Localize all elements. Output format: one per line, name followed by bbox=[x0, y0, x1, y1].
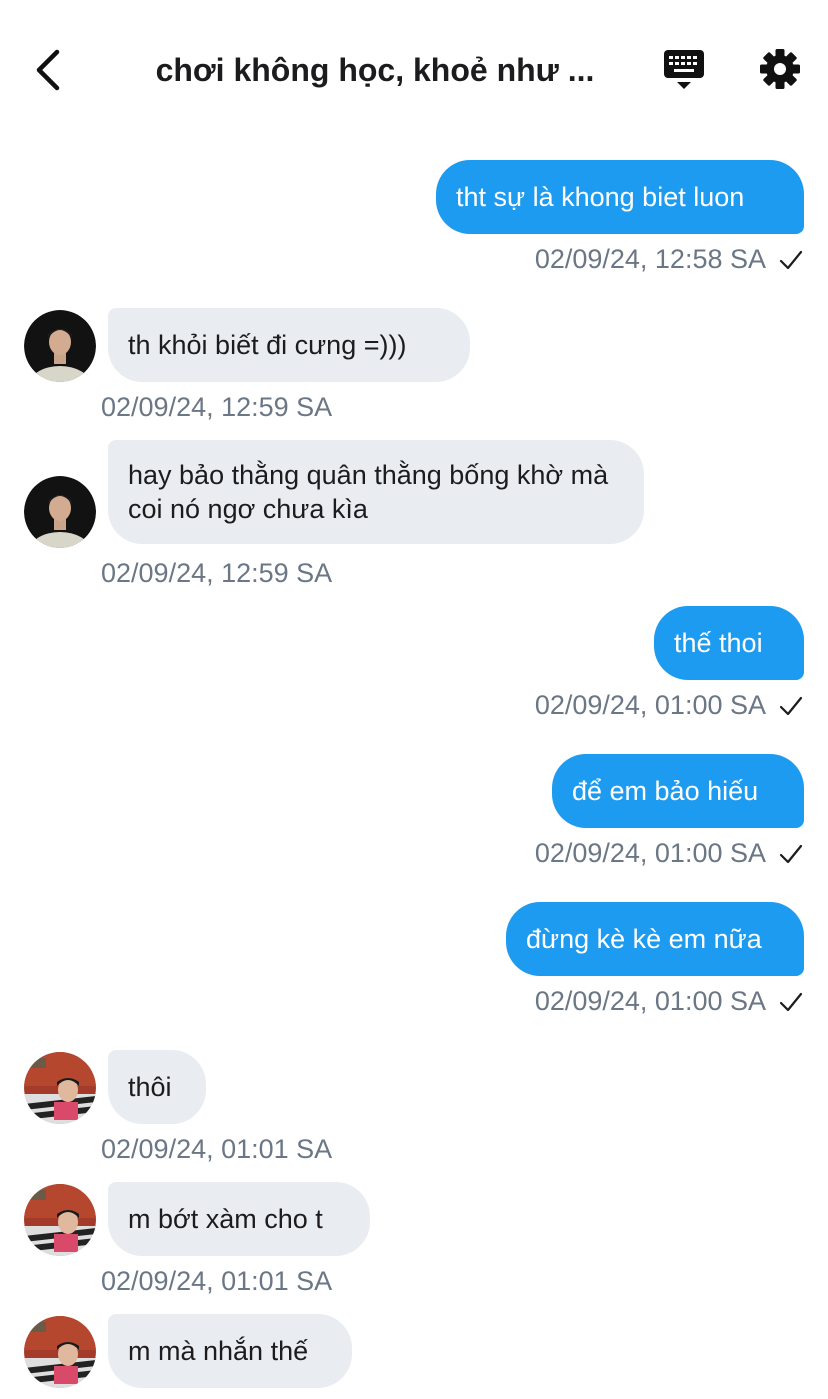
avatar[interactable] bbox=[24, 1316, 96, 1388]
outgoing-message-bubble[interactable]: tht sự là khong biet luon bbox=[436, 160, 804, 234]
back-button[interactable] bbox=[26, 46, 70, 94]
avatar[interactable] bbox=[24, 1184, 96, 1256]
outgoing-message-bubble[interactable]: đừng kè kè em nữa bbox=[506, 902, 804, 976]
incoming-message-bubble[interactable]: hay bảo thằng quân thằng bống khờ mà coi… bbox=[108, 440, 644, 544]
message-timestamp: 02/09/24, 12:58 SA bbox=[534, 244, 766, 274]
avatar[interactable] bbox=[24, 310, 96, 382]
checkmark-icon bbox=[779, 844, 803, 864]
chevron-left-icon bbox=[36, 49, 60, 91]
chat-header: chơi không học, khoẻ như ... bbox=[0, 0, 828, 140]
incoming-message-bubble[interactable]: m mà nhắn thế bbox=[108, 1314, 352, 1388]
outgoing-message-bubble[interactable]: thế thoi bbox=[654, 606, 804, 680]
message-timestamp: 02/09/24, 01:01 SA bbox=[101, 1134, 333, 1164]
gear-icon bbox=[760, 49, 800, 89]
keyboard-button[interactable] bbox=[660, 48, 708, 92]
checkmark-icon bbox=[779, 250, 803, 270]
message-timestamp: 02/09/24, 12:59 SA bbox=[101, 392, 333, 422]
conversation-title[interactable]: chơi không học, khoẻ như ... bbox=[140, 48, 610, 92]
message-timestamp: 02/09/24, 01:00 SA bbox=[534, 690, 766, 720]
keyboard-icon bbox=[664, 50, 704, 89]
checkmark-icon bbox=[779, 992, 803, 1012]
avatar[interactable] bbox=[24, 1052, 96, 1124]
avatar[interactable] bbox=[24, 476, 96, 548]
incoming-message-bubble[interactable]: m bớt xàm cho t bbox=[108, 1182, 370, 1256]
settings-button[interactable] bbox=[756, 44, 804, 94]
message-timestamp: 02/09/24, 01:00 SA bbox=[534, 986, 766, 1016]
incoming-message-bubble[interactable]: thôi bbox=[108, 1050, 206, 1124]
outgoing-message-bubble[interactable]: để em bảo hiếu bbox=[552, 754, 804, 828]
checkmark-icon bbox=[779, 696, 803, 716]
message-timestamp: 02/09/24, 01:00 SA bbox=[534, 838, 766, 868]
incoming-message-bubble[interactable]: th khỏi biết đi cưng =))) bbox=[108, 308, 470, 382]
message-timestamp: 02/09/24, 12:59 SA bbox=[101, 558, 333, 588]
message-timestamp: 02/09/24, 01:01 SA bbox=[101, 1266, 333, 1296]
